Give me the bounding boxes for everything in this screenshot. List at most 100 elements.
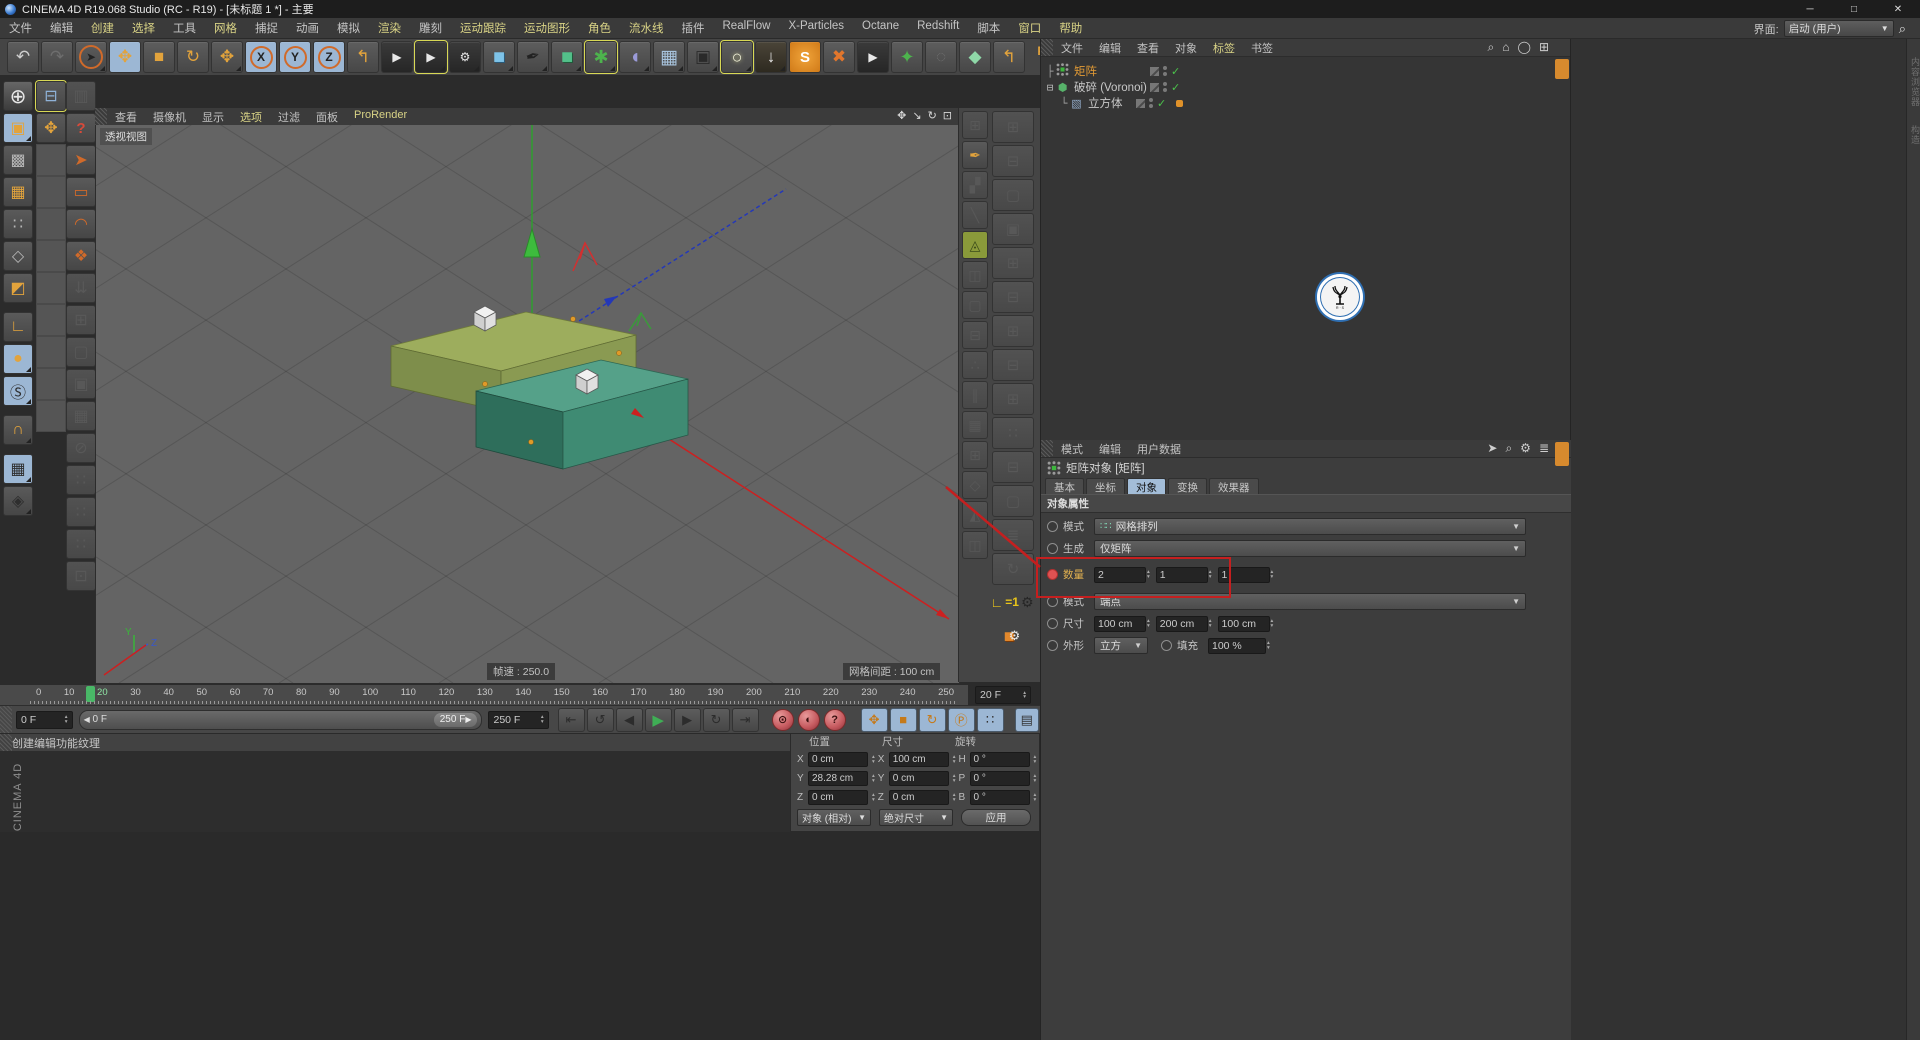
menu-item[interactable]: 渲染: [369, 20, 410, 36]
om-home-icon[interactable]: ⌂: [1502, 40, 1509, 55]
timeline-tick[interactable]: 90: [329, 686, 340, 698]
mograph-fracture-button[interactable]: ✱: [584, 40, 618, 74]
am-menu-item[interactable]: 模式: [1053, 441, 1091, 457]
clone-command-button[interactable]: ⊟: [992, 349, 1034, 381]
timeline-tick[interactable]: 0: [36, 686, 41, 698]
octane-button[interactable]: ◆: [959, 41, 991, 73]
help-tool-button[interactable]: ?: [66, 113, 96, 143]
render-view-button[interactable]: ▶: [381, 41, 413, 73]
mode-button[interactable]: [3, 446, 31, 453]
add-cube-button[interactable]: ■: [483, 41, 515, 73]
stepper-icon[interactable]: ▴ ▾: [1023, 690, 1026, 700]
points-mode-button[interactable]: ∷: [3, 209, 33, 239]
count-field[interactable]: 1 ▴ ▾: [1217, 566, 1274, 583]
rotation-field[interactable]: 0 °: [969, 771, 1030, 786]
am-search-icon[interactable]: ⌕: [1505, 441, 1512, 456]
play-button[interactable]: ▶: [644, 707, 672, 732]
x-axis-lock-button[interactable]: X: [245, 41, 277, 73]
menu-item[interactable]: 动画: [287, 20, 328, 36]
object-row-matrix[interactable]: ├ 矩阵 ✓: [1045, 63, 1571, 79]
size-field[interactable]: 200 cm ▴ ▾: [1155, 615, 1212, 632]
material-menu-item[interactable]: 功能: [56, 735, 78, 751]
om-search-icon[interactable]: ⌕: [1488, 40, 1495, 55]
size-field[interactable]: 100 cm ▴ ▾: [1094, 615, 1150, 632]
om-menu-item[interactable]: 文件: [1053, 40, 1091, 56]
menu-item[interactable]: 运动跟踪: [451, 20, 515, 36]
move-tool-button[interactable]: ✥: [109, 41, 141, 73]
clone-command-button[interactable]: ⊞: [992, 111, 1034, 143]
timeline-edit-button[interactable]: ▤: [1014, 707, 1039, 732]
range-end-spinner[interactable]: 250 F ▴ ▾: [488, 710, 549, 729]
menu-item[interactable]: X-Particles: [779, 20, 853, 36]
viewport-menu-item[interactable]: 查看: [107, 109, 145, 125]
timeline-tick[interactable]: 190: [708, 686, 724, 698]
stepper-icon[interactable]: ▴ ▾: [872, 773, 875, 783]
mesh-command-button[interactable]: ▞: [962, 171, 988, 199]
y-axis-lock-button[interactable]: Y: [279, 41, 311, 73]
size-field[interactable]: 100 cm: [888, 752, 949, 767]
texture-tag[interactable]: [1176, 99, 1184, 107]
mesh-command-button[interactable]: ╲: [962, 201, 988, 229]
undo-button[interactable]: ↶: [7, 41, 39, 73]
stepper-icon[interactable]: ▴ ▾: [953, 754, 956, 764]
modeling-command-button[interactable]: ▢: [66, 337, 96, 367]
visibility-dots[interactable]: [1149, 98, 1153, 108]
modeling-command-button[interactable]: ⊘: [66, 433, 96, 463]
viewport-menu-item[interactable]: 选项: [232, 109, 270, 125]
viewport-menu-item[interactable]: 显示: [194, 109, 232, 125]
stepper-icon[interactable]: ▴ ▾: [872, 792, 875, 802]
timeline-tick[interactable]: 10: [64, 686, 75, 698]
live-selection-button[interactable]: ➤: [75, 41, 107, 73]
stepper-icon[interactable]: ▴ ▾: [1271, 618, 1274, 628]
mesh-command-button[interactable]: ◭: [962, 501, 988, 529]
maximize-button[interactable]: □: [1832, 0, 1876, 18]
stepper-icon[interactable]: ▴ ▾: [1034, 792, 1037, 802]
layer-toggle[interactable]: [1150, 66, 1159, 76]
timeline-tick[interactable]: 120: [438, 686, 454, 698]
menu-item[interactable]: 工具: [164, 20, 205, 36]
viewport-toggle-icon[interactable]: ⊡: [943, 109, 952, 122]
timeline-tick[interactable]: 150: [554, 686, 570, 698]
key-pla-toggle[interactable]: ∷: [976, 707, 1004, 732]
menu-item[interactable]: 文件: [0, 20, 41, 36]
clone-command-button[interactable]: ⊟: [992, 451, 1034, 483]
polygons-mode-button[interactable]: ◩: [3, 273, 33, 303]
keyframe-radio[interactable]: [1047, 543, 1058, 554]
menu-item[interactable]: 窗口: [1009, 20, 1050, 36]
menu-item[interactable]: 脚本: [968, 20, 1009, 36]
keyframe-radio[interactable]: [1047, 596, 1058, 607]
enable-check[interactable]: ✓: [1171, 81, 1180, 94]
fill-field[interactable]: 100 % ▴ ▾: [1208, 637, 1270, 654]
mesh-command-active-button[interactable]: ◬: [962, 231, 988, 259]
am-tab[interactable]: 对象: [1127, 478, 1166, 494]
timeline-tick[interactable]: 80: [296, 686, 307, 698]
preview-range-slider[interactable]: ◀ 0 F 250 F ▶: [78, 709, 483, 730]
stepper-icon[interactable]: ▴ ▾: [1147, 569, 1150, 579]
visibility-dots[interactable]: [1163, 66, 1167, 76]
frame-spinner[interactable]: 20 F ▴ ▾: [975, 686, 1031, 704]
stepper-icon[interactable]: ▴ ▾: [541, 714, 544, 724]
wire-sphere-button[interactable]: ◌: [925, 41, 957, 73]
clone-command-button[interactable]: ▢: [992, 179, 1034, 211]
layer-toggle[interactable]: [1136, 98, 1145, 108]
viewport-menu-item[interactable]: 摄像机: [145, 109, 194, 125]
timeline-tick[interactable]: 210: [784, 686, 800, 698]
viewport-rotate-icon[interactable]: ↻: [928, 109, 937, 122]
deformer-button[interactable]: ◖: [619, 41, 651, 73]
texture-mode-button[interactable]: ▩: [3, 145, 33, 175]
recycle-command-button[interactable]: ↻: [992, 553, 1034, 585]
timeline-tick[interactable]: 60: [230, 686, 241, 698]
menu-item[interactable]: 创建: [82, 20, 123, 36]
size-field[interactable]: 100 cm ▴ ▾: [1217, 615, 1274, 632]
next-frame-button[interactable]: ▶: [673, 707, 701, 732]
drag-grip[interactable]: [1041, 440, 1053, 457]
om-menu-item[interactable]: 对象: [1167, 40, 1205, 56]
prev-key-button[interactable]: ↺: [586, 707, 614, 732]
menu-item[interactable]: 网格: [205, 20, 246, 36]
count-field[interactable]: 1 ▴ ▾: [1155, 566, 1212, 583]
sketch-toon-button[interactable]: S: [789, 41, 821, 73]
timeline-tick[interactable]: 250: [938, 686, 954, 698]
modeling-command-button[interactable]: ▦: [66, 401, 96, 431]
timeline-tick[interactable]: 70: [263, 686, 274, 698]
stepper-icon[interactable]: ▴ ▾: [1271, 569, 1274, 579]
